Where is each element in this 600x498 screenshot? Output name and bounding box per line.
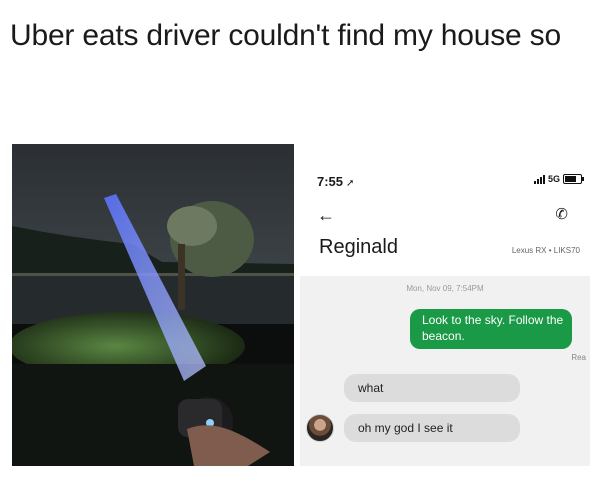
- status-bar: 7:55 ➚ 5G: [300, 146, 590, 189]
- status-time-group: 7:55 ➚: [317, 174, 354, 189]
- vehicle-info: Lexus RX • LIKS70: [511, 246, 580, 255]
- network-status: 5G: [533, 174, 584, 184]
- message-thread[interactable]: Mon, Nov 09, 7:54PM Look to the sky. Fol…: [300, 276, 590, 466]
- signal-bars-icon: [533, 174, 545, 184]
- location-arrow-icon: ➚: [346, 178, 355, 189]
- outgoing-message-bubble[interactable]: Look to the sky. Follow the beacon.: [410, 309, 572, 349]
- network-label: 5G: [547, 174, 560, 184]
- incoming-message-bubble[interactable]: oh my god I see it: [344, 414, 520, 442]
- phone-screenshot: 7:55 ➚ 5G ← ✆ Reginald Lexus RX • LIKS70 …: [300, 146, 590, 466]
- battery-icon: [563, 174, 584, 184]
- flashlight-photo: [12, 144, 294, 466]
- read-receipt: Rea: [571, 353, 586, 362]
- status-time: 7:55: [317, 174, 344, 189]
- message-timestamp: Mon, Nov 09, 7:54PM: [406, 284, 484, 293]
- phone-call-icon[interactable]: ✆: [555, 206, 568, 224]
- incoming-message-bubble[interactable]: what: [344, 374, 520, 402]
- back-arrow-icon[interactable]: ←: [317, 206, 335, 224]
- driver-avatar: [306, 414, 334, 442]
- meme-caption: Uber eats driver couldn't find my house …: [10, 19, 561, 52]
- flashlight-beam-photo: [12, 144, 294, 466]
- contact-name: Reginald: [319, 236, 398, 258]
